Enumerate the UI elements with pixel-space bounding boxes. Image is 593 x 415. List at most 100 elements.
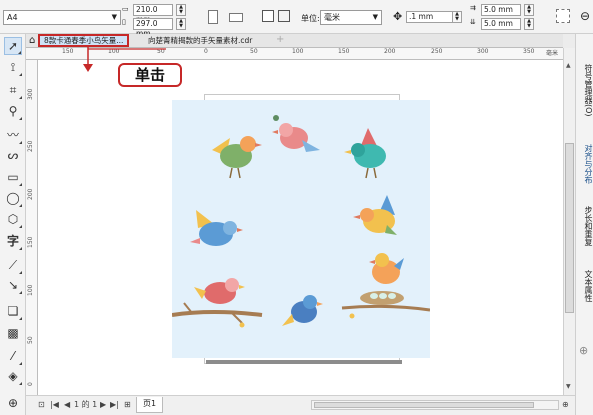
ruler-h-label: 200 <box>384 48 396 55</box>
callout-connector <box>88 48 166 50</box>
duplicate-x-icon: ⇉ <box>470 4 476 12</box>
width-stepper[interactable]: ▲ ▼ <box>176 4 186 16</box>
docker-tab-align-distribute[interactable]: 对齐与分布 <box>577 144 593 184</box>
transparency-tool-icon[interactable]: ▩ <box>4 324 22 342</box>
bird-orange-nest <box>341 253 431 319</box>
vertical-ruler[interactable]: 300 250 200 150 100 50 0 <box>26 60 38 395</box>
units-value: 毫米 <box>324 13 340 22</box>
chevron-down-icon: ▼ <box>372 13 378 21</box>
page-navigator: ⊡ |◀ ◀ 1 的 1 ▶ ▶| ⊞ 页1 ⊕ <box>26 395 575 415</box>
docker-tab-symbol-manager[interactable]: 符号管理器(O) <box>577 64 593 117</box>
ellipse-tool-icon[interactable]: ◯ <box>4 189 22 207</box>
portrait-button[interactable] <box>208 10 218 24</box>
ruler-v-label: 50 <box>27 336 34 344</box>
ruler-v-label: 0 <box>27 382 34 386</box>
property-bar: A4 ▼ ▭ 210.0 mm ▯ 297.0 mm ▲▼ ▲▼ 单位: 毫米 … <box>0 0 593 38</box>
ruler-v-label: 100 <box>27 284 34 296</box>
page-width-field[interactable]: 210.0 mm <box>133 4 173 24</box>
ruler-v-label: 250 <box>27 140 34 152</box>
chevron-down-icon: ▼ <box>111 13 117 21</box>
last-page-icon[interactable]: ▶| <box>110 400 119 410</box>
toolbox: ➚ ⟟ ⌗ ⚲ 〰 ᔕ ▭ ◯ ⬡ 字 ⟋ ↘ ❏ ▩ ⁄ ◈ ⊕ <box>0 34 26 415</box>
horizontal-scroll-thumb[interactable] <box>314 402 534 408</box>
duplicate-x-field[interactable]: 5.0 mm <box>481 4 521 16</box>
bird-illustration <box>171 115 431 328</box>
ruler-unit-label: 毫米 <box>546 50 559 57</box>
page-tab[interactable]: 页1 <box>136 397 164 413</box>
paper-size-value: A4 <box>7 13 18 22</box>
drop-shadow-tool-icon[interactable]: ❏ <box>4 302 22 320</box>
polygon-tool-icon[interactable]: ⬡ <box>4 210 22 228</box>
ruler-h-label: 150 <box>338 48 350 55</box>
parallel-dimension-tool-icon[interactable]: ⟋ <box>4 256 22 274</box>
pick-tool-icon[interactable]: ➚ <box>4 37 22 55</box>
page-height-field[interactable]: 297.0 mm <box>133 18 173 38</box>
ruler-h-label: 150 <box>62 48 74 55</box>
units-label: 单位: <box>301 14 320 23</box>
shape-tool-icon[interactable]: ⟟ <box>4 58 22 76</box>
scroll-down-icon[interactable]: ▼ <box>566 383 571 390</box>
document-tab-bar: ⌂ 8款卡通春季小鸟矢量... 向楚菁精揭款的手矢量素材.cdr + <box>26 34 563 48</box>
bird-yellow-right <box>353 195 397 235</box>
vertical-scroll-thumb[interactable] <box>565 143 574 313</box>
bird-blue-left <box>190 210 243 246</box>
interactive-fill-tool-icon[interactable]: ◈ <box>4 367 22 385</box>
click-callout: 单击 <box>118 63 182 87</box>
landscape-button[interactable] <box>229 13 243 22</box>
ruler-v-label: 200 <box>27 188 34 200</box>
page-counter: 1 的 1 <box>74 400 98 409</box>
height-stepper[interactable]: ▲ ▼ <box>176 18 186 30</box>
add-tool-icon[interactable]: ⊕ <box>4 394 22 412</box>
all-pages-button[interactable] <box>262 10 274 22</box>
bird-red-branch <box>171 278 263 328</box>
crop-tool-icon[interactable]: ⌗ <box>4 81 22 99</box>
horizontal-scrollbar[interactable] <box>311 400 559 410</box>
bird-teal <box>344 128 386 179</box>
new-tab-icon[interactable]: + <box>276 34 284 45</box>
dup-x-stepper[interactable]: ▲ ▼ <box>524 4 534 16</box>
dup-y-stepper[interactable]: ▲ ▼ <box>524 18 534 30</box>
zoom-tool-icon[interactable]: ⚲ <box>4 102 22 120</box>
ruler-v-label: 300 <box>27 88 34 100</box>
duplicate-y-field[interactable]: 5.0 mm <box>481 18 521 30</box>
drawing-canvas[interactable] <box>38 46 563 395</box>
bird-green <box>212 136 262 179</box>
add-docker-icon[interactable]: ⊕ <box>579 344 588 357</box>
ruler-h-label: 350 <box>523 48 535 55</box>
nudge-icon: ✥ <box>393 10 403 23</box>
add-page-icon[interactable]: ⊞ <box>124 400 131 410</box>
height-icon: ▯ <box>122 18 126 26</box>
scroll-up-icon[interactable]: ▲ <box>566 62 571 69</box>
freehand-tool-icon[interactable]: 〰 <box>4 126 22 144</box>
docker-tab-step-repeat[interactable]: 步长和重复 <box>577 206 593 246</box>
ruler-v-label: 150 <box>27 236 34 248</box>
current-page-button[interactable] <box>278 10 290 22</box>
width-icon: ▭ <box>122 5 129 13</box>
nudge-stepper[interactable]: ▲ ▼ <box>452 11 462 23</box>
ruler-h-label: 50 <box>250 48 258 55</box>
zoom-icon[interactable]: ⊕ <box>562 400 569 410</box>
paper-size-select[interactable]: A4 ▼ <box>3 10 121 25</box>
page-options-icon[interactable]: ⊡ <box>38 400 45 410</box>
docker-panel: 符号管理器(O) 对齐与分布 步长和重复 文本属性 ⊕ <box>575 34 593 415</box>
prev-page-icon[interactable]: ◀ <box>64 400 70 410</box>
snap-button[interactable] <box>556 9 570 23</box>
next-page-icon[interactable]: ▶ <box>100 400 106 410</box>
duplicate-y-icon: ⇊ <box>470 18 476 26</box>
docker-tab-text-properties[interactable]: 文本属性 <box>577 270 593 302</box>
connector-tool-icon[interactable]: ↘ <box>4 276 22 294</box>
first-page-icon[interactable]: |◀ <box>50 400 59 410</box>
rectangle-tool-icon[interactable]: ▭ <box>4 168 22 186</box>
units-select[interactable]: 毫米 ▼ <box>320 10 382 25</box>
options-icon[interactable]: ⊖ <box>580 9 590 23</box>
eyedropper-tool-icon[interactable]: ⁄ <box>4 347 22 365</box>
nudge-distance-field[interactable]: .1 mm <box>406 11 454 23</box>
ruler-h-label: 300 <box>477 48 489 55</box>
text-tool-icon[interactable]: 字 <box>4 232 22 250</box>
bird-artwork[interactable] <box>171 100 431 358</box>
bird-blue-bottom <box>282 295 323 326</box>
page-shadow <box>206 360 402 364</box>
home-icon[interactable]: ⌂ <box>29 35 35 47</box>
vertical-scrollbar[interactable]: ▲ ▼ <box>563 48 575 395</box>
artistic-media-tool-icon[interactable]: ᔕ <box>4 146 22 164</box>
